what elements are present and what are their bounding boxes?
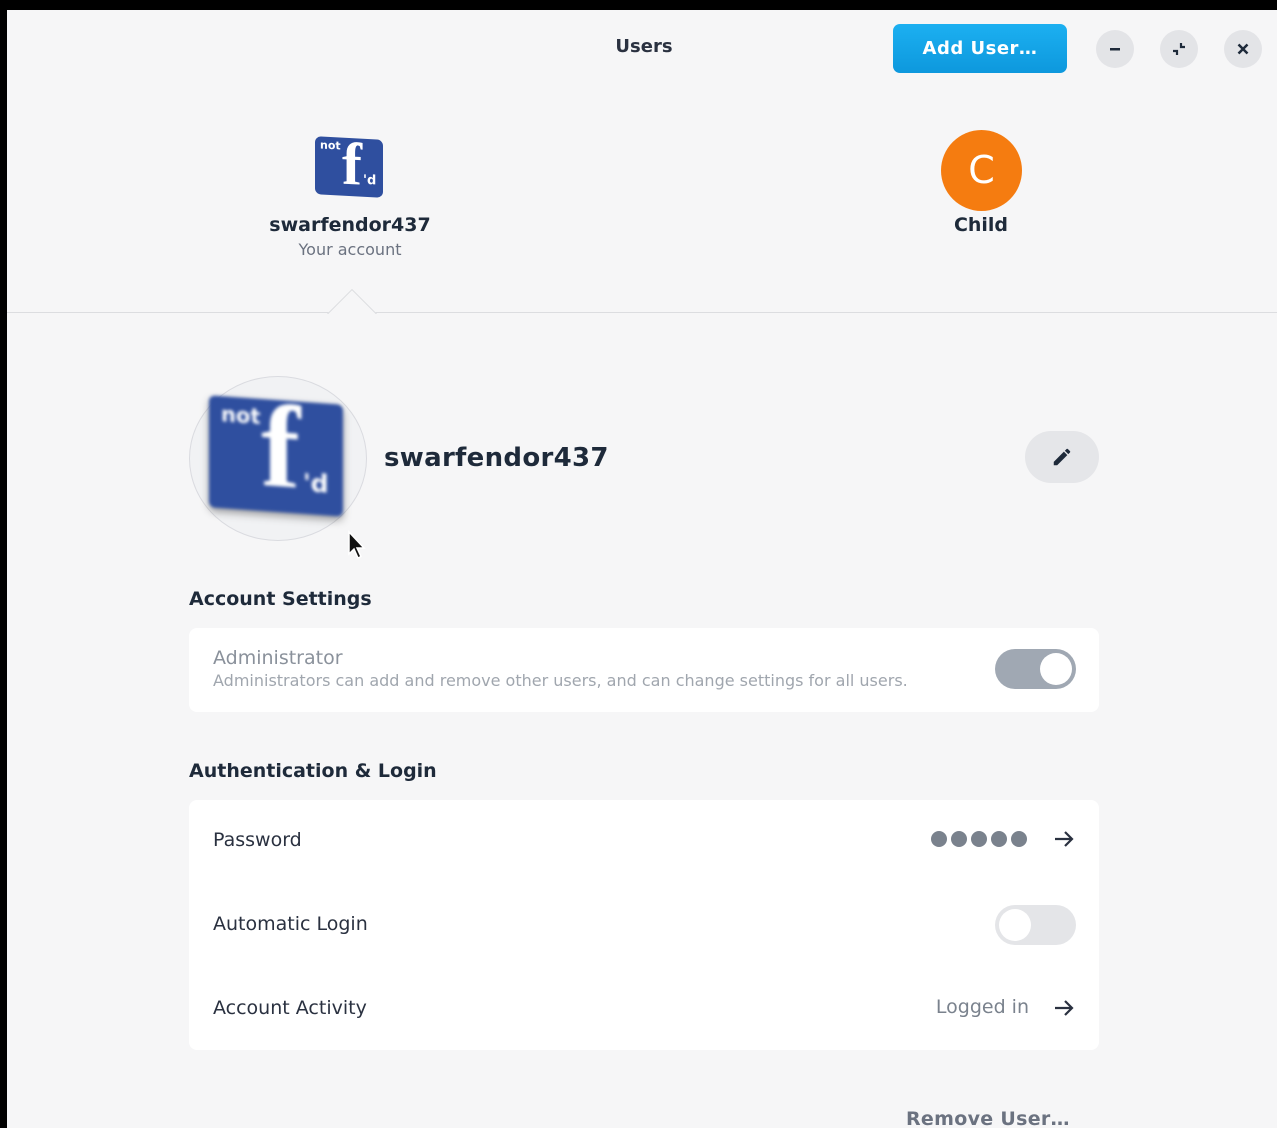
minimize-icon xyxy=(1110,48,1120,51)
restore-icon xyxy=(1173,43,1185,55)
logo-text-d: 'd xyxy=(363,172,377,189)
automatic-login-switch[interactable] xyxy=(995,905,1076,945)
remove-user-button[interactable]: Remove User… xyxy=(906,1108,1070,1128)
logo-text-d: 'd xyxy=(303,467,329,499)
mouse-pointer-icon xyxy=(348,530,366,560)
close-button[interactable] xyxy=(1224,30,1262,68)
header-bar: Users Add User… xyxy=(7,10,1277,86)
administrator-switch[interactable] xyxy=(995,649,1076,689)
password-dots xyxy=(931,831,1027,847)
user-switcher: not f 'd swarfendor437 Your account C Ch… xyxy=(7,86,1277,313)
authentication-title: Authentication & Login xyxy=(189,760,437,782)
minimize-button[interactable] xyxy=(1096,30,1134,68)
switch-knob xyxy=(999,909,1031,941)
arrow-right-icon xyxy=(1055,831,1074,847)
account-settings-card: Administrator Administrators can add and… xyxy=(189,628,1099,712)
selection-indicator xyxy=(321,283,381,314)
automatic-login-label: Automatic Login xyxy=(213,913,368,935)
close-icon xyxy=(1237,43,1249,55)
logo-text-f: f xyxy=(342,136,362,198)
account-activity-label: Account Activity xyxy=(213,997,367,1019)
account-activity-value: Logged in xyxy=(935,996,1029,1018)
profile-name: swarfendor437 xyxy=(384,443,609,473)
users-window: Users Add User… not f 'd swarfendor437 Y… xyxy=(7,10,1277,1128)
password-label: Password xyxy=(213,829,302,851)
switch-knob xyxy=(1040,653,1072,685)
administrator-label: Administrator xyxy=(213,647,343,669)
logo-text-not: not xyxy=(221,402,261,429)
edit-name-button[interactable] xyxy=(1025,431,1099,483)
window-title: Users xyxy=(615,36,673,57)
logo-text-f: f xyxy=(261,395,301,514)
administrator-description: Administrators can add and remove other … xyxy=(213,671,908,690)
restore-button[interactable] xyxy=(1160,30,1198,68)
user-avatar: not f 'd xyxy=(315,136,383,198)
logo-text-not: not xyxy=(320,138,341,153)
user-name: swarfendor437 xyxy=(269,214,431,236)
add-user-button[interactable]: Add User… xyxy=(893,24,1067,73)
child-avatar: C xyxy=(941,130,1022,211)
account-settings-title: Account Settings xyxy=(189,588,372,610)
user-name: Child xyxy=(953,214,1009,236)
user-subtitle: Your account xyxy=(298,240,402,259)
profile-avatar: not f 'd xyxy=(209,395,343,517)
arrow-right-icon xyxy=(1055,1000,1074,1016)
pencil-icon xyxy=(1053,448,1071,466)
authentication-card: Password Automatic Login Account Activit… xyxy=(189,800,1099,1050)
